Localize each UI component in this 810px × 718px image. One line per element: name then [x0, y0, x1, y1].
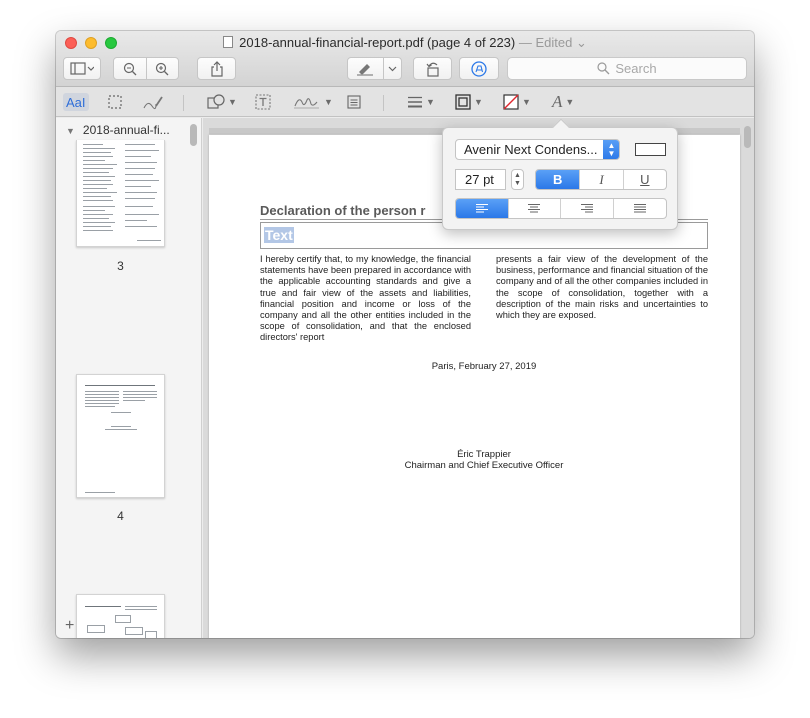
rotate-button[interactable]: [413, 57, 452, 80]
font-size-stepper[interactable]: ▲ ▼: [511, 169, 524, 190]
page-thumbnail-3[interactable]: [76, 140, 165, 247]
signature-tool[interactable]: ▼: [293, 93, 333, 111]
zoom-in-button[interactable]: [146, 62, 178, 76]
signatory-title: Chairman and Chief Executive Officer: [404, 460, 564, 471]
highlighter-icon: [357, 63, 374, 76]
window-title: 2018-annual-financial-report.pdf (page 4…: [56, 35, 754, 51]
chevron-down-icon: ▼: [228, 97, 237, 107]
highlight-button-group: [347, 57, 402, 80]
section-heading: Declaration of the person r: [260, 203, 426, 218]
markup-toolbar-button[interactable]: [459, 57, 499, 80]
note-icon: [347, 95, 361, 109]
text-box-icon: [255, 94, 271, 110]
font-size-field[interactable]: 27 pt: [455, 169, 506, 190]
sidebar-document-header[interactable]: ▼ 2018-annual-fi...: [66, 123, 170, 137]
alignment-segmented-control: [455, 198, 667, 219]
place-and-date: Paris, February 27, 2019: [431, 361, 537, 372]
preview-window: 2018-annual-financial-report.pdf (page 4…: [56, 31, 754, 638]
underline-button[interactable]: U: [624, 170, 666, 189]
font-family-value: Avenir Next Condens...: [464, 142, 598, 157]
text-style-tool[interactable]: A ▼: [552, 92, 575, 111]
font-family-select[interactable]: Avenir Next Condens... ▲ ▼: [455, 139, 620, 160]
sketch-icon: [143, 96, 163, 110]
text-color-well[interactable]: [635, 143, 666, 156]
text-box-tool[interactable]: [255, 93, 271, 111]
border-color-tool[interactable]: ▼: [455, 93, 483, 111]
font-size-value: 27 pt: [465, 172, 494, 187]
search-placeholder: Search: [615, 61, 657, 76]
font-style-segmented-control: B I U: [535, 169, 667, 190]
declaration-right-column: presents a fair view of the development …: [496, 254, 708, 321]
sidebar-filename: 2018-annual-fi...: [82, 123, 170, 137]
text-selection-tool[interactable]: AaI: [63, 93, 89, 111]
page-thumbnail-4[interactable]: [76, 374, 165, 498]
title-bar: 2018-annual-financial-report.pdf (page 4…: [56, 31, 754, 87]
rectangular-selection-tool[interactable]: [108, 93, 122, 111]
align-center-icon: [528, 204, 541, 213]
signatory-name: Éric Trappier: [457, 449, 511, 460]
align-right-icon: [580, 204, 593, 213]
chevron-down-icon: ▼: [426, 97, 435, 107]
markup-pen-circle-icon: [471, 60, 487, 77]
border-color-icon: [455, 94, 471, 110]
page-thumbnail-label-3: 3: [117, 259, 124, 273]
fill-color-icon: [503, 94, 519, 110]
fill-color-tool[interactable]: ▼: [503, 93, 531, 111]
align-justify-icon: [633, 204, 646, 213]
sidebar-view-button[interactable]: [63, 57, 101, 80]
chevron-down-icon: ▼: [565, 97, 575, 107]
highlight-style-dropdown[interactable]: [384, 66, 401, 72]
dashed-rectangle-icon: [108, 95, 122, 109]
align-right-button[interactable]: [561, 199, 614, 218]
text-tool-label: AaI: [66, 94, 86, 110]
pdf-document-icon: [223, 36, 234, 48]
search-field[interactable]: Search: [507, 57, 747, 80]
align-justify-button[interactable]: [614, 199, 667, 218]
zoom-out-button[interactable]: [114, 62, 146, 76]
share-icon: [210, 60, 223, 77]
declaration-left-column: I hereby certify that, to my knowledge, …: [260, 254, 471, 343]
zoom-in-icon: [156, 62, 169, 75]
disclosure-triangle-icon[interactable]: ▼: [66, 126, 75, 136]
line-style-icon: [408, 96, 422, 108]
align-left-icon: [475, 204, 488, 213]
share-button[interactable]: [197, 57, 236, 80]
search-icon: [597, 62, 610, 75]
thumbnail-sidebar: ▼ 2018-annual-fi... 3 4 +: [56, 118, 202, 638]
page-thumbnail-label-4: 4: [117, 509, 124, 523]
zoom-out-icon: [123, 62, 137, 75]
text-style-popover: Avenir Next Condens... ▲ ▼ 27 pt ▲ ▼ B I U: [442, 118, 678, 230]
window-title-text: 2018-annual-financial-report.pdf (page 4…: [239, 35, 516, 50]
sidebar-icon: [70, 61, 94, 75]
highlight-button[interactable]: [348, 62, 383, 76]
signature-icon: [294, 98, 319, 109]
bold-button[interactable]: B: [536, 170, 581, 189]
markup-toolbar: AaI ▼ ▼ ▼ ▼ ▼ A ▼: [56, 87, 754, 117]
document-scrollbar[interactable]: [744, 126, 751, 148]
align-left-button[interactable]: [456, 199, 509, 218]
zoom-buttons: [113, 57, 179, 80]
edited-indicator[interactable]: — Edited ⌄: [519, 35, 587, 50]
font-select-stepper-icon: ▲ ▼: [603, 140, 619, 159]
page-thumbnail-5[interactable]: [76, 594, 165, 638]
shapes-tool[interactable]: ▼: [207, 93, 237, 111]
text-annotation-content[interactable]: Text: [264, 227, 294, 243]
note-tool[interactable]: [347, 93, 361, 111]
sketch-tool[interactable]: [142, 93, 164, 111]
chevron-down-icon: [388, 66, 397, 71]
shapes-icon: [207, 94, 225, 109]
shape-style-tool[interactable]: ▼: [407, 93, 435, 111]
add-page-button[interactable]: +: [65, 617, 74, 635]
chevron-down-icon: ▼: [522, 97, 531, 107]
italic-button[interactable]: I: [580, 170, 624, 189]
font-a-icon: A: [552, 92, 563, 111]
rotate-icon: [426, 62, 439, 77]
chevron-down-icon: ▼: [474, 97, 483, 107]
align-center-button[interactable]: [509, 199, 561, 218]
chevron-down-icon: ▼: [324, 97, 333, 107]
sidebar-scrollbar[interactable]: [190, 124, 197, 146]
